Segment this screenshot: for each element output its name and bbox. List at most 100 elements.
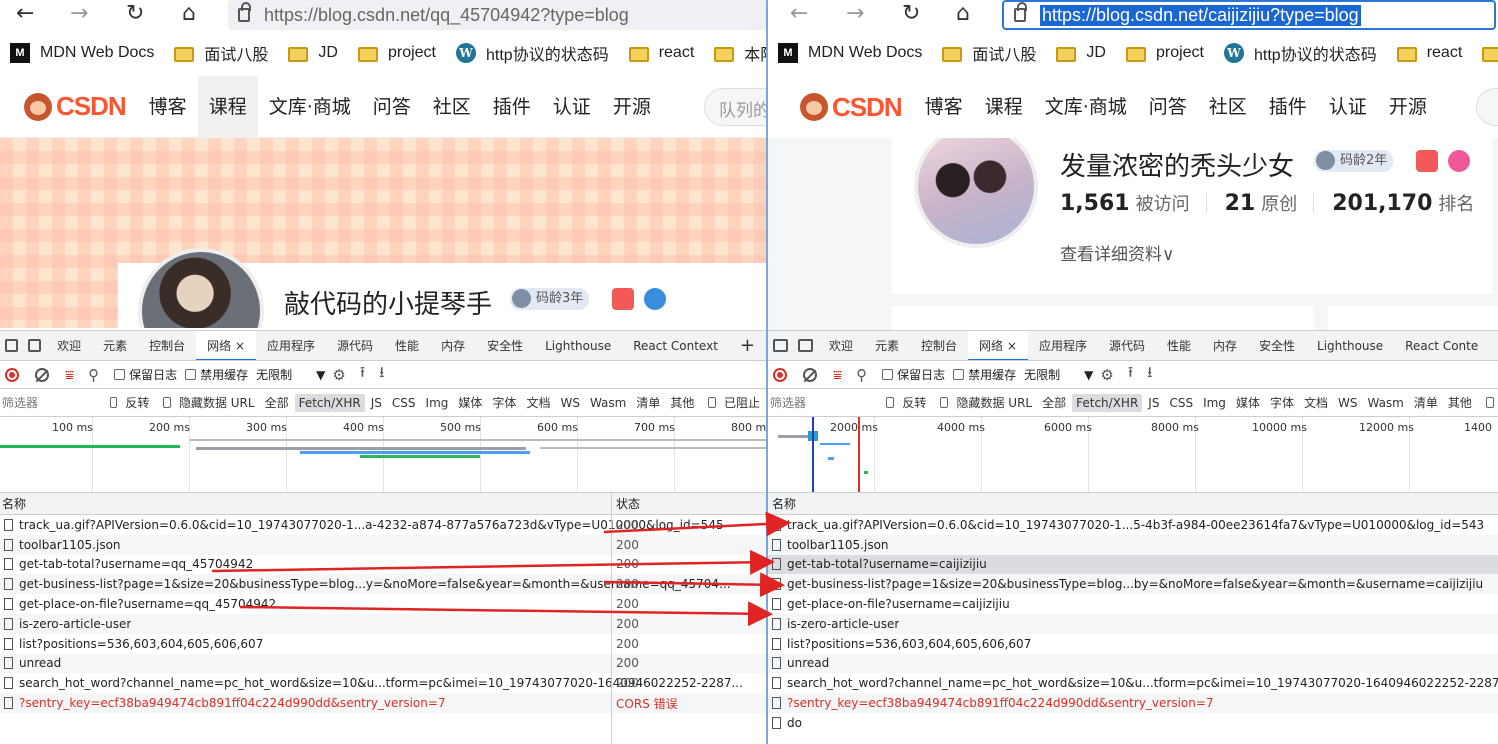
back-icon[interactable]: ← bbox=[16, 2, 34, 26]
bookmark-folder[interactable]: 本阶段 bbox=[714, 41, 766, 65]
filter-js[interactable]: JS bbox=[367, 394, 386, 412]
blog-expert-icon[interactable] bbox=[1416, 150, 1438, 172]
table-row[interactable]: get-business-list?page=1&size=20&busines… bbox=[0, 574, 766, 595]
bookmark-folder[interactable]: project bbox=[357, 44, 436, 62]
url-field[interactable]: https://blog.csdn.net/qq_45704942?type=b… bbox=[228, 0, 766, 30]
search-icon[interactable]: ⚲ bbox=[856, 366, 867, 384]
profile-name[interactable]: 敲代码的小提琴手 bbox=[284, 284, 492, 321]
filter-font[interactable]: 字体 bbox=[1266, 392, 1298, 413]
tab-react-context[interactable]: React Conte bbox=[1394, 331, 1489, 360]
column-name[interactable]: 名称 bbox=[0, 495, 26, 512]
nav-plugin[interactable]: 插件 bbox=[482, 76, 542, 138]
record-icon[interactable] bbox=[773, 367, 787, 382]
nav-library[interactable]: 文库·商城 bbox=[1034, 76, 1138, 138]
tab-sources[interactable]: 源代码 bbox=[1098, 331, 1156, 360]
filter-wasm[interactable]: Wasm bbox=[1363, 394, 1407, 412]
blog-expert-icon[interactable] bbox=[612, 288, 634, 310]
inspect-icon[interactable] bbox=[5, 339, 19, 352]
table-row[interactable]: track_ua.gif?APIVersion=0.6.0&cid=10_197… bbox=[0, 515, 766, 535]
nav-blog[interactable]: 博客 bbox=[914, 76, 974, 138]
tab-console[interactable]: 控制台 bbox=[910, 331, 968, 360]
nav-opensource[interactable]: 开源 bbox=[1378, 76, 1438, 138]
avatar[interactable] bbox=[138, 248, 264, 328]
filter-wasm[interactable]: Wasm bbox=[586, 394, 630, 412]
nav-community[interactable]: 社区 bbox=[422, 76, 482, 138]
inspect-icon[interactable] bbox=[773, 339, 788, 352]
home-icon[interactable]: ⌂ bbox=[956, 2, 970, 26]
table-row[interactable]: track_ua.gif?APIVersion=0.6.0&cid=10_197… bbox=[768, 515, 1498, 535]
table-row[interactable]: unread 200 bbox=[0, 653, 766, 674]
invert-checkbox[interactable] bbox=[886, 397, 895, 408]
clear-icon[interactable] bbox=[803, 367, 817, 382]
nav-qa[interactable]: 问答 bbox=[362, 76, 422, 138]
nav-course[interactable]: 课程 bbox=[197, 75, 258, 138]
table-row[interactable]: ?sentry_key=ecf38ba949474cb891ff04c224d9… bbox=[768, 693, 1498, 713]
bookmark-folder[interactable]: JD bbox=[1056, 44, 1106, 62]
table-row[interactable]: list?positions=536,603,604,605,606,607 bbox=[768, 634, 1498, 654]
table-row[interactable]: toolbar1105.json 200 bbox=[0, 534, 766, 555]
hide-data-url-checkbox[interactable] bbox=[940, 397, 949, 408]
timeline-overview[interactable]: 100 ms 200 ms 300 ms 400 ms 500 ms 600 m… bbox=[0, 417, 766, 493]
table-row[interactable]: search_hot_word?channel_name=pc_hot_word… bbox=[0, 673, 766, 693]
reload-icon[interactable]: ↻ bbox=[126, 2, 144, 26]
tab-network[interactable]: 网络 × bbox=[968, 331, 1028, 360]
table-row[interactable]: get-place-on-file?username=caijizijiu bbox=[768, 594, 1498, 614]
tab-elements[interactable]: 元素 bbox=[92, 331, 138, 360]
detail-link[interactable]: 查看详细资料∨ bbox=[1060, 240, 1174, 265]
add-tab-icon[interactable]: + bbox=[729, 331, 766, 360]
bookmark-folder[interactable]: 面试八股 bbox=[942, 41, 1036, 65]
table-row[interactable]: toolbar1105.json bbox=[768, 534, 1498, 555]
bookmark-folder[interactable]: 面试八股 bbox=[174, 41, 268, 65]
table-row[interactable]: unread bbox=[768, 653, 1498, 674]
search-input[interactable]: 队列的 bbox=[704, 88, 766, 126]
filter-ws[interactable]: WS bbox=[1334, 394, 1361, 412]
forward-icon[interactable]: → bbox=[846, 2, 864, 26]
table-row[interactable]: get-business-list?page=1&size=20&busines… bbox=[768, 574, 1498, 595]
nav-certify[interactable]: 认证 bbox=[1318, 76, 1378, 138]
bookmark-wordpress[interactable]: Whttp协议的状态码 bbox=[1224, 41, 1377, 65]
nav-course[interactable]: 课程 bbox=[974, 76, 1034, 138]
tab-performance[interactable]: 性能 bbox=[1156, 331, 1202, 360]
hide-data-url-checkbox[interactable] bbox=[163, 397, 171, 408]
column-status[interactable]: 状态 bbox=[616, 495, 640, 512]
filter-all[interactable]: 全部 bbox=[261, 392, 293, 413]
tab-elements[interactable]: 元素 bbox=[864, 331, 910, 360]
table-row[interactable]: search_hot_word?channel_name=pc_hot_word… bbox=[768, 673, 1498, 693]
close-icon[interactable]: × bbox=[235, 339, 245, 353]
csdn-logo[interactable]: CSDN bbox=[24, 91, 127, 122]
filter-fetch-xhr[interactable]: Fetch/XHR bbox=[1072, 393, 1143, 412]
nav-opensource[interactable]: 开源 bbox=[602, 76, 662, 138]
search-icon[interactable]: ⚲ bbox=[88, 366, 99, 384]
tab-memory[interactable]: 内存 bbox=[1202, 331, 1248, 360]
throttle-select[interactable]: 无限制 ▼ bbox=[1024, 366, 1093, 383]
filter-other[interactable]: 其他 bbox=[666, 392, 698, 413]
bookmark-wordpress[interactable]: Whttp协议的状态码 bbox=[456, 41, 609, 65]
profile-name[interactable]: 发量浓密的秃头少女 bbox=[1060, 146, 1294, 183]
column-name[interactable]: 名称 bbox=[768, 495, 796, 512]
wifi-settings-icon[interactable]: ⚙ bbox=[1100, 366, 1113, 384]
filter-all[interactable]: 全部 bbox=[1038, 392, 1070, 413]
disable-cache-checkbox[interactable] bbox=[185, 369, 197, 380]
blocked-checkbox[interactable] bbox=[708, 397, 716, 408]
nav-blog[interactable]: 博客 bbox=[138, 76, 198, 138]
record-icon[interactable] bbox=[5, 367, 19, 382]
csdn-logo[interactable]: CSDN bbox=[800, 92, 903, 123]
filter-css[interactable]: CSS bbox=[1165, 394, 1197, 412]
export-icon[interactable]: ⭳ bbox=[379, 362, 384, 387]
tab-welcome[interactable]: 欢迎 bbox=[46, 331, 92, 360]
filter-fetch-xhr[interactable]: Fetch/XHR bbox=[294, 393, 365, 412]
filter-img[interactable]: Img bbox=[1199, 394, 1230, 412]
medal-icon[interactable] bbox=[1448, 150, 1470, 172]
table-row[interactable]: ?sentry_key=ecf38ba949474cb891ff04c224d9… bbox=[0, 693, 766, 713]
filter-js[interactable]: JS bbox=[1144, 394, 1163, 412]
nav-certify[interactable]: 认证 bbox=[542, 76, 602, 138]
filter-doc[interactable]: 文档 bbox=[1300, 392, 1332, 413]
tab-memory[interactable]: 内存 bbox=[430, 331, 476, 360]
filter-media[interactable]: 媒体 bbox=[1232, 392, 1264, 413]
reload-icon[interactable]: ↻ bbox=[902, 2, 920, 26]
preserve-log-checkbox[interactable] bbox=[882, 369, 894, 380]
url-field[interactable]: https://blog.csdn.net/caijizijiu?type=bl… bbox=[1002, 0, 1496, 30]
bookmark-mdn[interactable]: M MDN Web Docs bbox=[10, 43, 154, 63]
filter-css[interactable]: CSS bbox=[388, 394, 420, 412]
filter-media[interactable]: 媒体 bbox=[454, 392, 486, 413]
